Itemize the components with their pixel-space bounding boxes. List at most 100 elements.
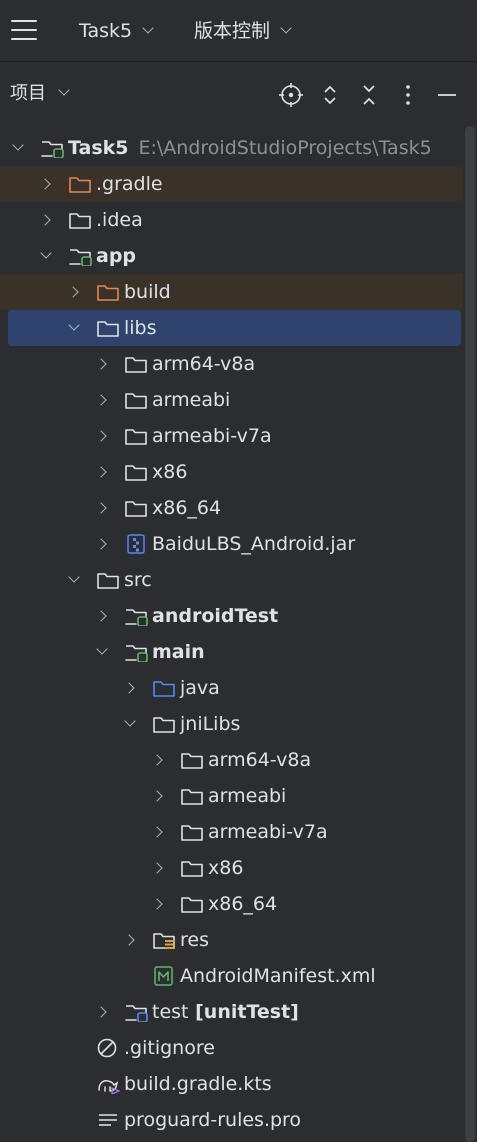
chevron-down-icon: [142, 22, 154, 34]
tree-node-java[interactable]: java: [0, 670, 462, 706]
tree-node-baidulbs-android-jar[interactable]: BaiduLBS_Android.jar: [0, 526, 462, 562]
tree-node-armeabi[interactable]: armeabi: [0, 382, 462, 418]
folder-excluded-icon: [97, 285, 119, 301]
chevron-right-icon[interactable]: [68, 285, 82, 299]
chevron-right-icon[interactable]: [124, 933, 138, 947]
chevron-down-icon[interactable]: [12, 141, 26, 155]
module-folder-icon: [41, 141, 64, 158]
tree-node-label: main: [152, 634, 205, 670]
folder-icon: [181, 753, 203, 769]
tree-node-x86-64[interactable]: x86_64: [0, 886, 462, 922]
chevron-right-icon[interactable]: [96, 537, 110, 551]
tree-node-x86[interactable]: x86: [0, 454, 462, 490]
tree-node-name: androidTest: [152, 605, 279, 627]
tree-node-label: Task5 E:\AndroidStudioProjects\Task5: [68, 130, 432, 166]
chevron-down-icon: [280, 22, 292, 34]
project-name: Task5: [79, 20, 133, 42]
tree-node-build-gradle-kts[interactable]: build.gradle.kts: [0, 1066, 462, 1102]
folder-icon: [181, 897, 203, 913]
tree-node-label: arm64-v8a: [152, 346, 255, 382]
tree-node-build[interactable]: build: [0, 274, 477, 310]
chevron-right-icon[interactable]: [96, 393, 110, 407]
collapse-all-icon[interactable]: [356, 82, 382, 108]
tree-scrollbar[interactable]: [463, 126, 477, 1142]
tree-node-idea[interactable]: .idea: [0, 202, 462, 238]
tree-node-task5[interactable]: Task5 E:\AndroidStudioProjects\Task5: [0, 130, 462, 166]
chevron-right-icon[interactable]: [152, 789, 166, 803]
tree-node-libs[interactable]: libs: [8, 310, 461, 346]
tree-node-gradle[interactable]: .gradle: [0, 166, 477, 202]
chevron-right-icon[interactable]: [152, 753, 166, 767]
project-switcher[interactable]: Task5: [79, 14, 154, 48]
module-folder-test-icon: [125, 1005, 148, 1022]
tree-node-armeabi[interactable]: armeabi: [0, 778, 462, 814]
tree-node-arm64-v8a[interactable]: arm64-v8a: [0, 346, 462, 382]
folder-source-icon: [153, 681, 175, 697]
tree-node-name: arm64-v8a: [208, 749, 312, 771]
module-folder-icon: [125, 609, 148, 626]
tree-node-name: app: [96, 245, 137, 267]
tree-node-name: armeabi-v7a: [152, 425, 272, 447]
tree-node-res[interactable]: res: [0, 922, 462, 958]
vcs-menu[interactable]: 版本控制: [194, 14, 292, 48]
module-folder-icon: [125, 645, 148, 662]
chevron-right-icon[interactable]: [96, 465, 110, 479]
chevron-right-icon[interactable]: [96, 429, 110, 443]
tree-node-label: app: [96, 238, 136, 274]
chevron-down-icon[interactable]: [40, 249, 54, 263]
tree-node-label: armeabi: [208, 778, 286, 814]
chevron-down-icon[interactable]: [96, 645, 110, 659]
tree-node-jnilibs[interactable]: jniLibs: [0, 706, 462, 742]
tree-node-name: armeabi: [152, 389, 231, 411]
tree-node-src[interactable]: src: [0, 562, 462, 598]
chevron-right-icon[interactable]: [152, 825, 166, 839]
scrollbar-thumb[interactable]: [465, 126, 475, 1142]
chevron-right-icon[interactable]: [40, 177, 54, 191]
tree-node-test[interactable]: test [unitTest]: [0, 994, 462, 1030]
chevron-right-icon[interactable]: [152, 861, 166, 875]
hide-icon[interactable]: [434, 82, 460, 108]
tree-node-label: res: [180, 922, 209, 958]
chevron-right-icon[interactable]: [96, 357, 110, 371]
project-path: E:\AndroidStudioProjects\Task5: [138, 137, 432, 159]
project-panel-header: 项目: [0, 62, 477, 126]
tree-node-name: .gitignore: [124, 1037, 215, 1059]
tree-node-label: arm64-v8a: [208, 742, 311, 778]
chevron-down-icon[interactable]: [68, 573, 82, 587]
chevron-down-icon[interactable]: [68, 321, 82, 335]
tree-node-androidmanifest-xml[interactable]: AndroidManifest.xml: [0, 958, 462, 994]
tree-node-main[interactable]: main: [0, 634, 462, 670]
tree-node-app[interactable]: app: [0, 238, 462, 274]
chevron-down-icon[interactable]: [124, 717, 138, 731]
chevron-right-icon[interactable]: [96, 609, 110, 623]
folder-excluded-icon: [69, 177, 91, 193]
tree-node-armeabi-v7a[interactable]: armeabi-v7a: [0, 814, 462, 850]
tree-node-name: armeabi-v7a: [208, 821, 328, 843]
chevron-right-icon[interactable]: [40, 213, 54, 227]
chevron-down-icon: [58, 84, 70, 96]
tree-node-x86[interactable]: x86: [0, 850, 462, 886]
more-options-icon[interactable]: [395, 82, 421, 108]
tree-node-label: src: [124, 562, 152, 598]
tree-node-armeabi-v7a[interactable]: armeabi-v7a: [0, 418, 462, 454]
tree-node-name: build.gradle.kts: [124, 1073, 272, 1095]
expand-collapse-icon[interactable]: [317, 82, 343, 108]
chevron-right-icon[interactable]: [124, 681, 138, 695]
main-menu-icon[interactable]: [11, 18, 37, 42]
tree-node-androidtest[interactable]: androidTest: [0, 598, 462, 634]
tree-node-gitignore[interactable]: .gitignore: [0, 1030, 462, 1066]
folder-icon: [125, 393, 147, 409]
tree-node-label: armeabi-v7a: [152, 418, 272, 454]
tree-node-proguard-rules-pro[interactable]: proguard-rules.pro: [0, 1102, 462, 1138]
tree-node-name: test: [152, 1001, 189, 1023]
view-selector[interactable]: 项目: [10, 80, 70, 108]
chevron-right-icon[interactable]: [96, 1005, 110, 1019]
chevron-right-icon[interactable]: [152, 897, 166, 911]
tree-node-name: src: [124, 569, 152, 591]
locate-icon[interactable]: [278, 82, 304, 108]
tree-node-name: res: [180, 929, 209, 951]
tree-node-arm64-v8a[interactable]: arm64-v8a: [0, 742, 462, 778]
folder-icon: [125, 465, 147, 481]
tree-node-x86-64[interactable]: x86_64: [0, 490, 462, 526]
chevron-right-icon[interactable]: [96, 501, 110, 515]
